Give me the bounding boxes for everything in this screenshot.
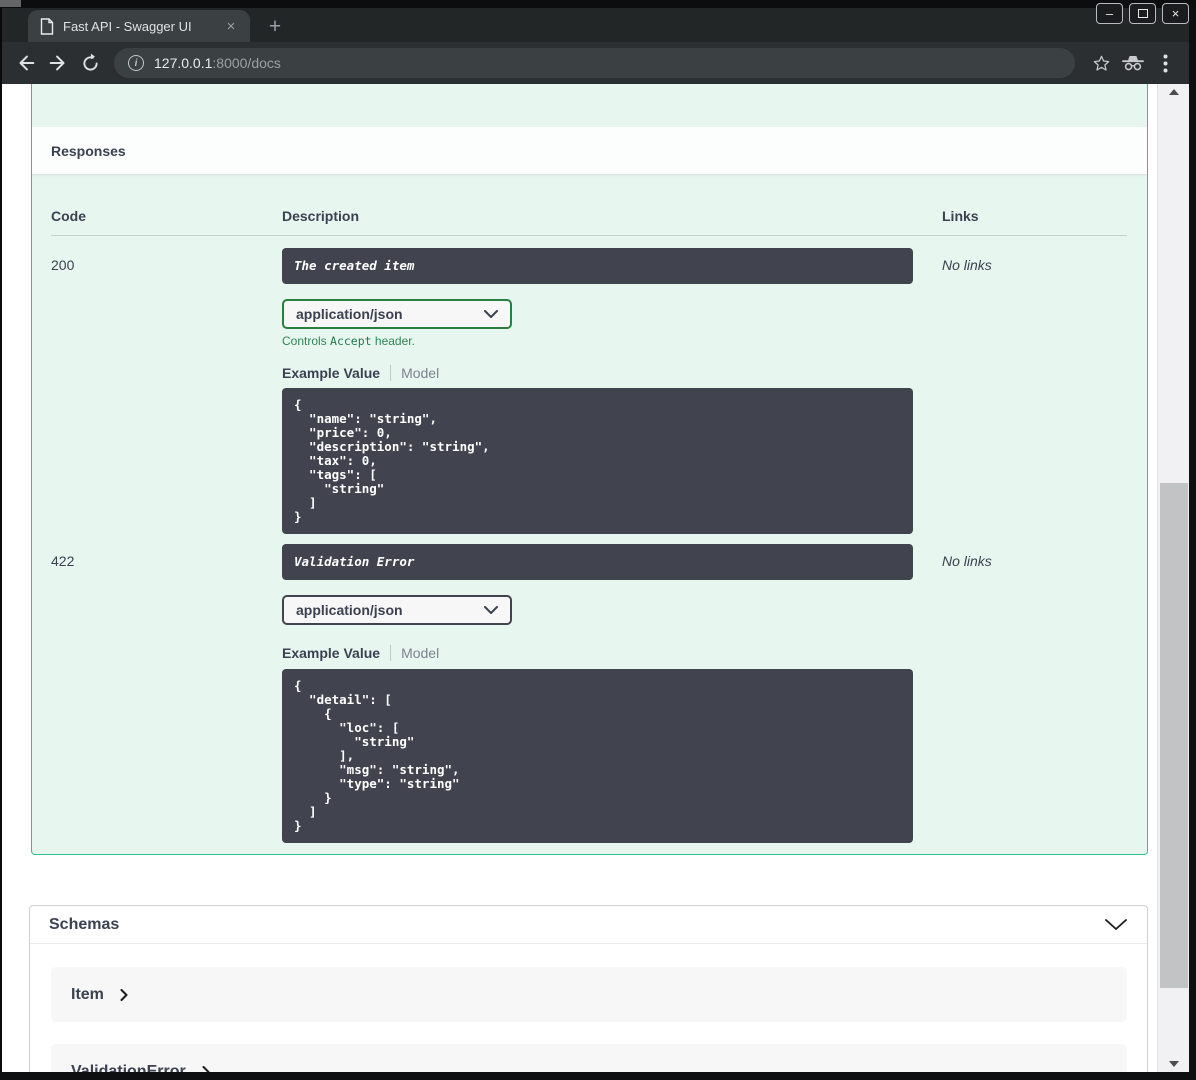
- url-path: :8000/docs: [212, 55, 281, 71]
- example-json-200: { "name": "string", "price": 0, "descrip…: [282, 388, 913, 534]
- note-text: Controls: [282, 334, 331, 348]
- chevron-down-icon: [484, 310, 498, 318]
- responses-title: Responses: [51, 142, 126, 159]
- column-description: Description: [282, 208, 360, 224]
- responses-section-header: Responses: [32, 127, 1147, 174]
- column-links: Links: [942, 208, 979, 224]
- schema-name: ValidationError: [71, 1062, 186, 1073]
- page-document-icon: [40, 17, 54, 35]
- tab-model[interactable]: Model: [390, 645, 439, 661]
- vertical-scrollbar: [1157, 84, 1189, 1072]
- tab-bar: Fast API - Swagger UI × +: [2, 8, 1189, 42]
- response-description: The created item: [294, 258, 415, 273]
- schemas-title: Schemas: [49, 915, 120, 933]
- media-type-select[interactable]: application/json: [282, 595, 512, 625]
- scrollbar-down-arrow[interactable]: [1158, 1056, 1189, 1072]
- maximize-button[interactable]: [1129, 3, 1156, 24]
- response-description: Validation Error: [294, 554, 415, 569]
- opblock-post: Responses Code Description Links 200 The…: [31, 84, 1148, 855]
- tab-model[interactable]: Model: [390, 365, 439, 381]
- response-row-200: 200 The created item application/json Co…: [51, 236, 1127, 534]
- schemas-body: Item ValidationError: [30, 944, 1147, 1072]
- column-code: Code: [51, 208, 86, 224]
- minimize-icon: –: [1105, 6, 1114, 21]
- response-code: 200: [51, 257, 75, 273]
- accept-header-note: Controls Accept header.: [282, 334, 942, 348]
- schema-validationerror-row[interactable]: ValidationError: [51, 1044, 1127, 1072]
- chevron-down-icon: [484, 606, 498, 614]
- browser-toolbar: i 127.0.0.1:8000/docs: [2, 42, 1189, 84]
- window-controls: – ×: [1096, 3, 1189, 24]
- responses-table-header: Code Description Links: [51, 174, 1127, 236]
- media-type-value: application/json: [296, 306, 403, 322]
- page-content: Responses Code Description Links 200 The…: [2, 84, 1189, 1072]
- url-host: 127.0.0.1: [154, 55, 213, 71]
- schema-name: Item: [71, 985, 104, 1003]
- close-button[interactable]: ×: [1162, 3, 1189, 24]
- swagger-page: Responses Code Description Links 200 The…: [2, 84, 1157, 1072]
- window-corner-shadow: [0, 0, 21, 7]
- response-description-box: Validation Error: [282, 544, 913, 580]
- response-code: 422: [51, 553, 75, 569]
- forward-button[interactable]: [42, 47, 74, 79]
- response-description-box: The created item: [282, 248, 913, 284]
- browser-window: – × Fast API - Swagger UI × + i 127.0.0.…: [0, 0, 1196, 1080]
- menu-dots-icon[interactable]: [1149, 47, 1181, 79]
- close-icon: ×: [1171, 6, 1180, 21]
- responses-table: Code Description Links 200 The created i…: [32, 174, 1147, 843]
- example-json-422: { "detail": [ { "loc": [ "string" ], "ms…: [282, 669, 913, 843]
- chevron-down-icon[interactable]: [1105, 919, 1127, 930]
- response-links: No links: [942, 257, 992, 273]
- scrollbar-up-arrow[interactable]: [1158, 84, 1189, 100]
- response-links: No links: [942, 553, 992, 569]
- incognito-icon[interactable]: [1117, 47, 1149, 79]
- tab-title: Fast API - Swagger UI: [63, 18, 192, 34]
- example-model-tabs: Example Value Model: [282, 365, 942, 381]
- scrollbar-thumb[interactable]: [1160, 483, 1188, 988]
- response-row-422: 422 Validation Error application/json Ex…: [51, 534, 1127, 843]
- site-info-icon[interactable]: i: [128, 55, 144, 71]
- window-bottom-frame: [0, 1072, 1196, 1080]
- window-title-strip: [0, 0, 1196, 8]
- example-model-tabs: Example Value Model: [282, 645, 942, 661]
- maximize-icon: [1137, 9, 1148, 18]
- schema-item-row[interactable]: Item: [51, 967, 1127, 1022]
- tab-example-value[interactable]: Example Value: [282, 645, 390, 661]
- schemas-header[interactable]: Schemas: [30, 906, 1147, 944]
- reload-button[interactable]: [74, 47, 106, 79]
- media-type-select[interactable]: application/json: [282, 299, 512, 329]
- minimize-button[interactable]: –: [1096, 3, 1123, 24]
- note-code: Accept: [330, 334, 372, 348]
- media-type-value: application/json: [296, 602, 403, 618]
- browser-tab[interactable]: Fast API - Swagger UI ×: [28, 10, 250, 42]
- tab-example-value[interactable]: Example Value: [282, 365, 390, 381]
- window-right-frame: [1189, 8, 1196, 1080]
- note-text-end: header.: [371, 334, 415, 348]
- url-bar[interactable]: i 127.0.0.1:8000/docs: [114, 48, 1075, 78]
- chevron-right-icon: [120, 988, 128, 1001]
- bookmark-star-icon[interactable]: [1085, 47, 1117, 79]
- back-button[interactable]: [10, 47, 42, 79]
- new-tab-button[interactable]: +: [262, 14, 288, 40]
- schemas-section: Schemas Item ValidationError: [29, 905, 1148, 1072]
- tab-close-icon[interactable]: ×: [222, 17, 240, 35]
